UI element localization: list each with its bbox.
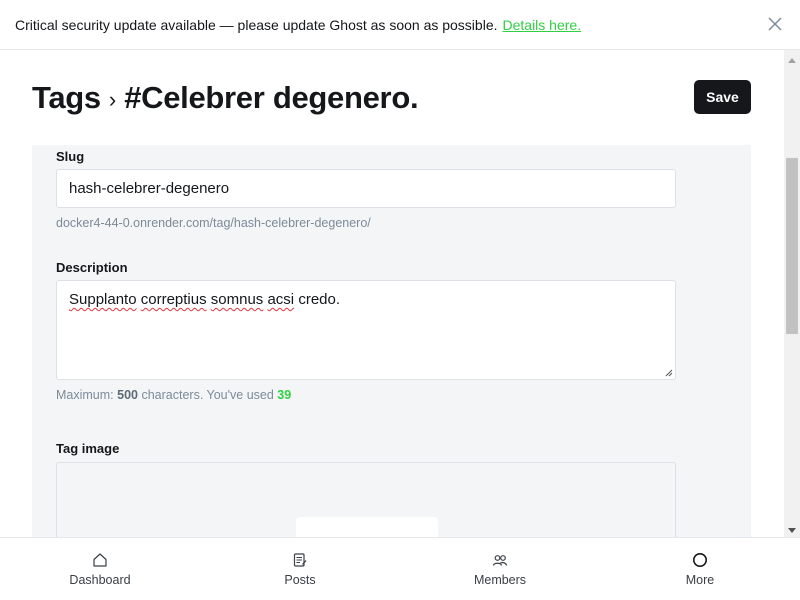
nav-item-posts[interactable]: Posts: [240, 538, 360, 600]
hint-max: 500: [117, 388, 138, 402]
character-count-hint: Maximum: 500 characters. You've used 39: [56, 388, 291, 402]
nav-label-more: More: [685, 573, 715, 587]
hint-mid: characters. You've used: [137, 388, 278, 402]
nav-label-dashboard: Dashboard: [69, 573, 131, 587]
tag-settings-panel: Slug docker4-44-0.onrender.com/tag/hash-…: [32, 145, 751, 537]
tag-image-label: Tag image: [56, 441, 120, 456]
scrollbar-thumb[interactable]: [786, 158, 798, 334]
house-icon: [93, 553, 107, 567]
security-update-banner: Critical security update available — ple…: [0, 0, 800, 50]
slug-input[interactable]: [56, 169, 676, 208]
nav-item-dashboard[interactable]: Dashboard: [40, 538, 160, 600]
save-button[interactable]: Save: [694, 80, 751, 114]
breadcrumb-tags-link[interactable]: Tags: [32, 80, 101, 116]
nav-label-members: Members: [473, 573, 527, 587]
description-label: Description: [56, 260, 128, 275]
upload-tag-image-button[interactable]: Upload tag image: [296, 517, 438, 537]
members-icon: [492, 555, 508, 566]
misspelled-word: somnus: [210, 291, 264, 308]
scroll-down-icon[interactable]: [788, 528, 796, 533]
bottom-navigation: Dashboard Posts Members More: [0, 537, 800, 600]
misspelled-word: acsi: [267, 291, 295, 308]
hint-prefix: Maximum:: [56, 388, 118, 402]
breadcrumb: Tags › #Celebrer degenero.: [32, 78, 419, 118]
nav-item-members[interactable]: Members: [440, 538, 560, 600]
description-text: Supplanto correptius somnus acsi credo.: [69, 291, 340, 308]
resize-handle-icon[interactable]: [665, 369, 673, 377]
nav-label-posts: Posts: [284, 573, 316, 587]
page-title: #Celebrer degenero.: [124, 80, 419, 115]
misspelled-word: correptius: [140, 291, 207, 308]
misspelled-word: Supplanto: [69, 291, 137, 308]
more-circle-icon: [693, 553, 707, 567]
nav-item-more[interactable]: More: [640, 538, 760, 600]
scrollbar[interactable]: [784, 50, 800, 537]
close-icon[interactable]: [767, 16, 783, 32]
description-textarea[interactable]: Supplanto correptius somnus acsi credo.: [56, 280, 676, 380]
main-content: Tags › #Celebrer degenero. Save Slug doc…: [0, 50, 784, 537]
tag-image-dropzone[interactable]: Upload tag image: [56, 462, 676, 537]
posts-icon: [293, 553, 307, 567]
slug-label: Slug: [56, 149, 85, 164]
slug-url: docker4-44-0.onrender.com/tag/hash-celeb…: [56, 216, 371, 230]
hint-used-count: 39: [277, 388, 292, 402]
scroll-up-icon[interactable]: [788, 58, 796, 63]
banner-message: Critical security update available — ple…: [15, 16, 498, 33]
chevron-right-icon: ›: [108, 87, 117, 112]
description-word: credo.: [294, 291, 341, 308]
details-link[interactable]: Details here.: [503, 17, 582, 33]
